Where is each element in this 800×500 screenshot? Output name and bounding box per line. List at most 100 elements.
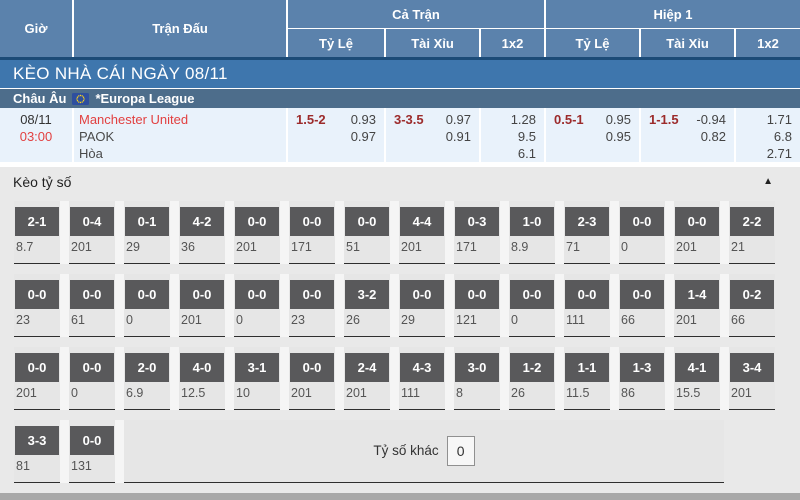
score-label[interactable]: 4-2 xyxy=(180,207,224,236)
score-label[interactable]: 3-2 xyxy=(345,280,389,309)
score-label[interactable]: 2-2 xyxy=(730,207,774,236)
score-label[interactable]: 3-0 xyxy=(455,353,499,382)
score-label[interactable]: 0-0 xyxy=(235,280,279,309)
bottom-scrollbar[interactable] xyxy=(0,493,800,500)
full-under-odd[interactable]: 0.91 xyxy=(446,128,471,145)
score-label[interactable]: 0-0 xyxy=(15,353,59,382)
score-cell[interactable]: 0-0201 xyxy=(179,274,225,337)
score-cell[interactable]: 0-023 xyxy=(14,274,60,337)
score-label[interactable]: 0-0 xyxy=(290,280,334,309)
score-cell[interactable]: 0-0201 xyxy=(289,347,335,410)
full-handicap-odd-home[interactable]: 0.93 xyxy=(351,111,376,128)
score-label[interactable]: 2-3 xyxy=(565,207,609,236)
score-cell[interactable]: 2-371 xyxy=(564,201,610,264)
score-label[interactable]: 4-3 xyxy=(400,353,444,382)
score-cell[interactable]: 4-012.5 xyxy=(179,347,225,410)
score-cell[interactable]: 1-226 xyxy=(509,347,555,410)
score-cell[interactable]: 0-129 xyxy=(124,201,170,264)
score-cell[interactable]: 0-00 xyxy=(509,274,555,337)
score-label[interactable]: 0-0 xyxy=(345,207,389,236)
score-cell[interactable]: 1-4201 xyxy=(674,274,720,337)
full-over-odd[interactable]: 0.97 xyxy=(446,111,471,128)
score-label[interactable]: 0-0 xyxy=(455,280,499,309)
score-cell[interactable]: 4-236 xyxy=(179,201,225,264)
score-label[interactable]: 1-0 xyxy=(510,207,554,236)
full-1x2-draw[interactable]: 6.1 xyxy=(481,145,536,162)
away-team[interactable]: PAOK xyxy=(79,128,286,145)
full-1x2-home[interactable]: 1.28 xyxy=(481,111,536,128)
score-cell[interactable]: 0-051 xyxy=(344,201,390,264)
score-cell[interactable]: 3-110 xyxy=(234,347,280,410)
score-label[interactable]: 0-0 xyxy=(675,207,719,236)
full-handicap-odd-away[interactable]: 0.97 xyxy=(351,128,376,145)
score-cell[interactable]: 1-08.9 xyxy=(509,201,555,264)
score-cell[interactable]: 4-4201 xyxy=(399,201,445,264)
score-label[interactable]: 0-0 xyxy=(290,353,334,382)
score-label[interactable]: 0-0 xyxy=(70,353,114,382)
score-label[interactable]: 3-4 xyxy=(730,353,774,382)
score-cell[interactable]: 0-023 xyxy=(289,274,335,337)
score-cell[interactable]: 1-386 xyxy=(619,347,665,410)
league-name[interactable]: *Europa League xyxy=(95,91,194,106)
half-1x2-draw[interactable]: 2.71 xyxy=(736,145,792,162)
score-cell[interactable]: 0-0201 xyxy=(234,201,280,264)
score-cell[interactable]: 0-00 xyxy=(234,274,280,337)
score-label[interactable]: 0-4 xyxy=(70,207,114,236)
score-cell[interactable]: 0-0121 xyxy=(454,274,500,337)
score-cell[interactable]: 4-115.5 xyxy=(674,347,720,410)
half-handicap-odd-away[interactable]: 0.95 xyxy=(606,128,631,145)
score-cell[interactable]: 1-111.5 xyxy=(564,347,610,410)
score-cell[interactable]: 0-0201 xyxy=(674,201,720,264)
score-cell[interactable]: 0-00 xyxy=(124,274,170,337)
score-label[interactable]: 0-0 xyxy=(620,280,664,309)
half-over-odd[interactable]: -0.94 xyxy=(696,111,726,128)
half-handicap-odd-home[interactable]: 0.95 xyxy=(606,111,631,128)
score-label[interactable]: 1-4 xyxy=(675,280,719,309)
collapse-arrow-icon[interactable]: ▲ xyxy=(763,176,773,187)
score-cell[interactable]: 0-00 xyxy=(619,201,665,264)
score-label[interactable]: 0-1 xyxy=(125,207,169,236)
score-cell[interactable]: 0-0171 xyxy=(289,201,335,264)
score-cell[interactable]: 0-4201 xyxy=(69,201,115,264)
score-label[interactable]: 2-4 xyxy=(345,353,389,382)
home-team[interactable]: Manchester United xyxy=(79,111,286,128)
score-cell[interactable]: 2-06.9 xyxy=(124,347,170,410)
other-score-input[interactable]: 0 xyxy=(447,436,475,466)
score-label[interactable]: 0-0 xyxy=(400,280,444,309)
score-cell[interactable]: 0-0111 xyxy=(564,274,610,337)
score-cell[interactable]: 3-08 xyxy=(454,347,500,410)
score-cell[interactable]: 0-061 xyxy=(69,274,115,337)
score-cell[interactable]: 2-4201 xyxy=(344,347,390,410)
score-label[interactable]: 2-1 xyxy=(15,207,59,236)
score-cell[interactable]: 3-4201 xyxy=(729,347,775,410)
score-label[interactable]: 3-3 xyxy=(15,426,59,455)
half-under-odd[interactable]: 0.82 xyxy=(696,128,726,145)
score-label[interactable]: 0-0 xyxy=(70,280,114,309)
score-cell[interactable]: 3-226 xyxy=(344,274,390,337)
score-cell[interactable]: 0-3171 xyxy=(454,201,500,264)
half-1x2-home[interactable]: 1.71 xyxy=(736,111,792,128)
score-cell[interactable]: 3-381 xyxy=(14,420,60,483)
score-label[interactable]: 0-0 xyxy=(125,280,169,309)
full-1x2-away[interactable]: 9.5 xyxy=(481,128,536,145)
score-cell[interactable]: 4-3111 xyxy=(399,347,445,410)
score-label[interactable]: 3-1 xyxy=(235,353,279,382)
score-label[interactable]: 2-0 xyxy=(125,353,169,382)
score-label[interactable]: 0-0 xyxy=(180,280,224,309)
score-label[interactable]: 0-0 xyxy=(70,426,114,455)
score-label[interactable]: 0-0 xyxy=(290,207,334,236)
score-label[interactable]: 1-1 xyxy=(565,353,609,382)
score-label[interactable]: 1-2 xyxy=(510,353,554,382)
score-label[interactable]: 4-0 xyxy=(180,353,224,382)
score-label[interactable]: 0-0 xyxy=(620,207,664,236)
score-cell[interactable]: 2-18.7 xyxy=(14,201,60,264)
score-label[interactable]: 0-0 xyxy=(235,207,279,236)
score-label[interactable]: 1-3 xyxy=(620,353,664,382)
score-label[interactable]: 4-4 xyxy=(400,207,444,236)
score-label[interactable]: 0-2 xyxy=(730,280,774,309)
score-cell[interactable]: 2-221 xyxy=(729,201,775,264)
score-label[interactable]: 0-3 xyxy=(455,207,499,236)
score-cell[interactable]: 0-066 xyxy=(619,274,665,337)
score-label[interactable]: 0-0 xyxy=(15,280,59,309)
half-1x2-away[interactable]: 6.8 xyxy=(736,128,792,145)
